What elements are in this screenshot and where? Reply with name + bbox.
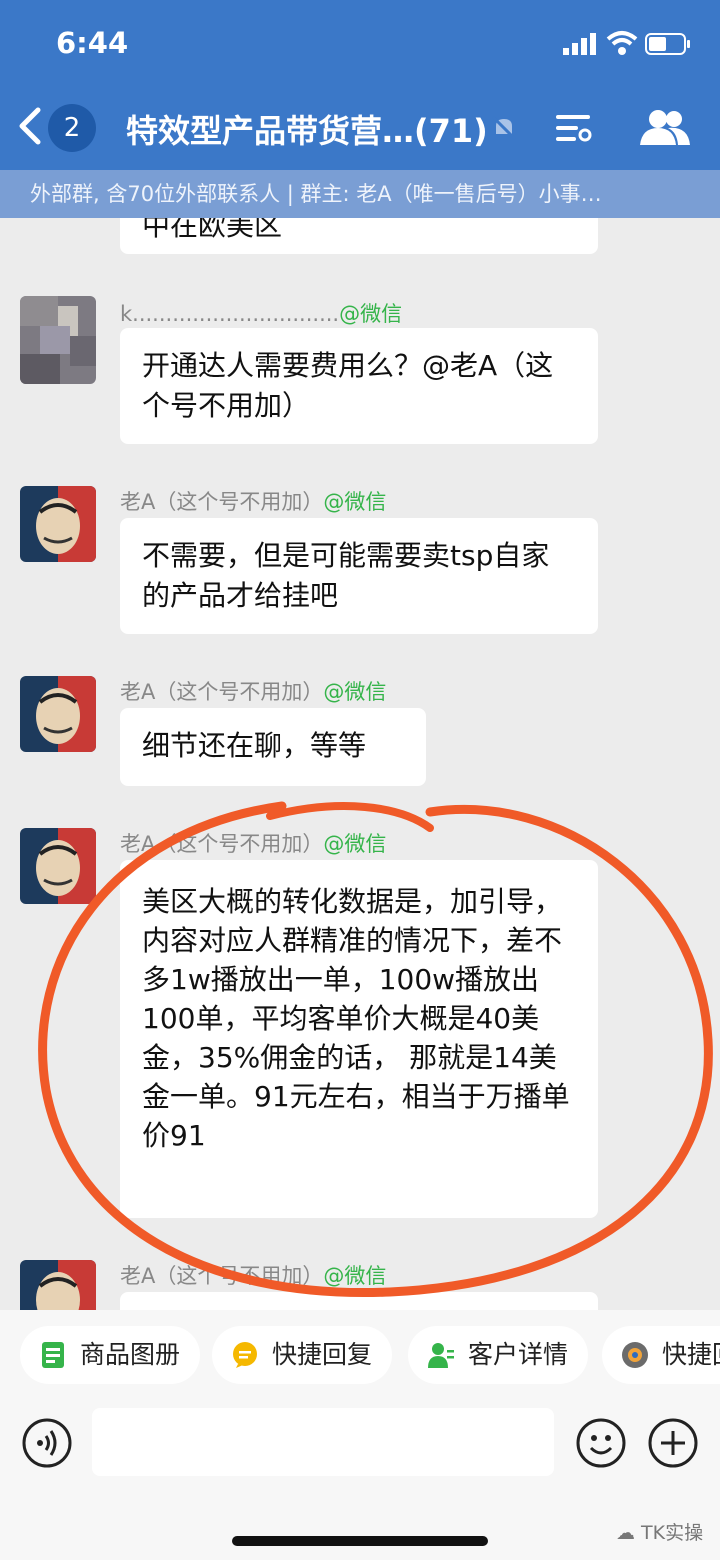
avatar[interactable] — [20, 676, 96, 752]
signal-icon — [563, 33, 596, 55]
back-chevron-icon[interactable] — [14, 106, 44, 146]
home-indicator — [232, 1536, 488, 1546]
avatar[interactable] — [20, 486, 96, 562]
unread-badge[interactable]: 2 — [48, 104, 96, 152]
customer-details-button[interactable]: 客户详情 — [408, 1326, 589, 1384]
message-bubble[interactable] — [120, 1292, 598, 1310]
product-catalog-button[interactable]: 商品图册 — [20, 1326, 201, 1384]
quick-reply-icon — [233, 1342, 257, 1368]
sender-name: 老A（这个号不用加）@微信 — [120, 680, 387, 704]
quick-action-more-button[interactable]: 快捷回 — [602, 1326, 720, 1384]
message-text: 中在欧美区 — [142, 218, 283, 242]
message-input[interactable] — [92, 1408, 554, 1476]
sender-name: 老A（这个号不用加）@微信 — [120, 1264, 387, 1288]
message-bubble[interactable]: 开通达人需要费用么？@老A（这个号不用加） — [120, 328, 598, 444]
group-members-icon[interactable] — [638, 108, 692, 146]
battery-icon — [645, 33, 690, 55]
catalog-icon — [42, 1342, 64, 1368]
sender-name: 老A（这个号不用加）@微信 — [120, 490, 387, 514]
avatar[interactable] — [20, 296, 96, 384]
chat-menu-icon[interactable] — [554, 112, 592, 144]
status-time: 6:44 — [56, 26, 129, 60]
message-bubble[interactable]: 不需要，但是可能需要卖tsp自家的产品才给挂吧 — [120, 518, 598, 634]
sender-name: k...............................@微信 — [120, 302, 403, 326]
chat-header: 6:44 2 特效型产品带货营…(71) — [0, 0, 720, 170]
voice-input-icon[interactable] — [22, 1418, 72, 1468]
add-attachment-icon[interactable] — [648, 1418, 698, 1468]
message-text: 开通达人需要费用么？@老A（这个号不用加） — [142, 349, 554, 422]
message-bubble[interactable]: 美区大概的转化数据是，加引导，内容对应人群精准的情况下，差不多1w播放出一单，1… — [120, 860, 598, 1218]
customer-icon — [428, 1343, 454, 1368]
sender-name: 老A（这个号不用加）@微信 — [120, 832, 387, 856]
quick-action-bar: 商品图册 快捷回复 客户详情 快捷回 — [0, 1310, 720, 1402]
quick-reply-button[interactable]: 快捷回复 — [212, 1326, 393, 1384]
message-text: 不需要，但是可能需要卖tsp自家的产品才给挂吧 — [142, 539, 550, 612]
message-text: 细节还在聊，等等 — [142, 729, 367, 762]
message-bubble[interactable]: 细节还在聊，等等 — [120, 708, 426, 786]
mute-bell-icon — [491, 115, 517, 141]
input-bar: ☁ TK实操 — [0, 1402, 720, 1560]
wifi-icon — [606, 31, 638, 55]
emoji-icon[interactable] — [576, 1418, 626, 1468]
chat-title[interactable]: 特效型产品带货营…(71) — [126, 106, 488, 152]
group-info-bar[interactable]: 外部群, 含70位外部联系人 | 群主: 老A（唯一售后号）小事… — [0, 170, 720, 218]
message-bubble[interactable]: 中在欧美区 — [120, 218, 598, 254]
message-text: 美区大概的转化数据是，加引导，内容对应人群精准的情况下，差不多1w播放出一单，1… — [142, 885, 570, 1152]
avatar[interactable] — [20, 1260, 96, 1310]
app-icon — [622, 1342, 648, 1368]
message-list[interactable]: 中在欧美区 k...............................@微… — [0, 218, 720, 1310]
avatar[interactable] — [20, 828, 96, 904]
watermark: ☁ TK实操 — [616, 1522, 704, 1544]
